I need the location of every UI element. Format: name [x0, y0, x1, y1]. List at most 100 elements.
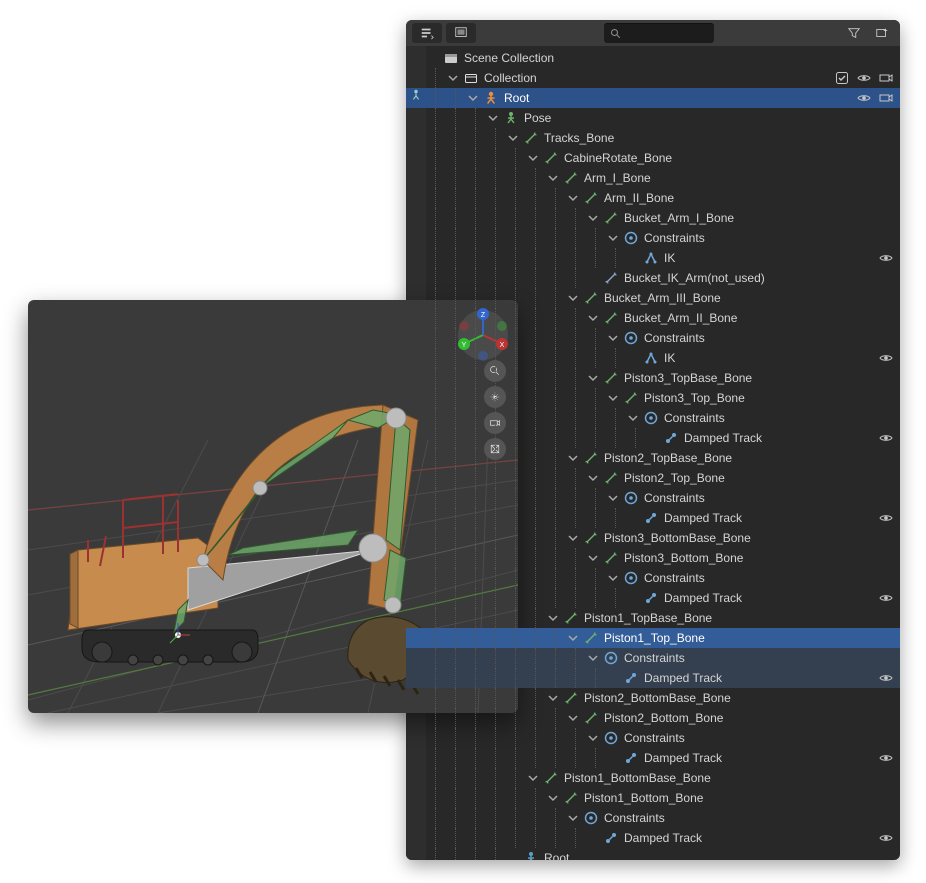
tree-row-p1b-c[interactable]: Constraints	[406, 808, 900, 828]
disclosure-toggle[interactable]	[586, 731, 600, 745]
tree-row-tracks[interactable]: Tracks_Bone	[406, 128, 900, 148]
tree-row-p1b[interactable]: Piston1_Bottom_Bone	[406, 788, 900, 808]
mode-armature-icon[interactable]	[409, 88, 425, 104]
disclosure-toggle[interactable]	[566, 631, 580, 645]
disclosure-toggle[interactable]	[506, 131, 520, 145]
tree-row-cabine[interactable]: CabineRotate_Bone	[406, 148, 900, 168]
editor-type-dropdown[interactable]	[412, 23, 442, 43]
tree-row-bai-c[interactable]: Constraints	[406, 228, 900, 248]
disclosure-toggle[interactable]	[586, 211, 600, 225]
tree-row-p1tb[interactable]: Piston1_TopBase_Bone	[406, 608, 900, 628]
tree-row-ba2-c[interactable]: Constraints	[406, 328, 900, 348]
display-mode-dropdown[interactable]	[446, 23, 476, 43]
bone-icon	[582, 189, 600, 207]
tree-row-p2t-d[interactable]: Damped Track	[406, 508, 900, 528]
disclosure-toggle	[586, 271, 600, 285]
tree-row-coll[interactable]: Collection	[406, 68, 900, 88]
disclosure-toggle[interactable]	[486, 111, 500, 125]
disclosure-toggle[interactable]	[466, 91, 480, 105]
disclosure-toggle[interactable]	[546, 171, 560, 185]
tree-item-label: Damped Track	[684, 431, 762, 445]
tree-row-bik[interactable]: Bucket_IK_Arm(not_used)	[406, 268, 900, 288]
disclosure-toggle[interactable]	[566, 531, 580, 545]
disclosure-toggle[interactable]	[526, 151, 540, 165]
tree-row-p3b-c[interactable]: Constraints	[406, 568, 900, 588]
tree-row-p3t-d[interactable]: Damped Track	[406, 428, 900, 448]
bone-icon	[582, 529, 600, 547]
tree-row-pose[interactable]: Pose	[406, 108, 900, 128]
tree-row-bai[interactable]: Bucket_Arm_I_Bone	[406, 208, 900, 228]
disclosure-toggle[interactable]	[586, 371, 600, 385]
tree-row-ba2-ik[interactable]: IK	[406, 348, 900, 368]
disclosure-toggle[interactable]	[606, 571, 620, 585]
tree-row-bai-ik[interactable]: IK	[406, 248, 900, 268]
disclosure-toggle[interactable]	[586, 651, 600, 665]
eye-toggle[interactable]	[878, 830, 894, 846]
eye-toggle[interactable]	[878, 750, 894, 766]
disclosure-toggle[interactable]	[566, 811, 580, 825]
disclosure-toggle[interactable]	[546, 691, 560, 705]
tree-row-p3tb[interactable]: Piston3_TopBase_Bone	[406, 368, 900, 388]
tree-row-ba2[interactable]: Bucket_Arm_II_Bone	[406, 308, 900, 328]
disclosure-toggle[interactable]	[546, 791, 560, 805]
camera-toggle[interactable]	[878, 90, 894, 106]
tree-row-arm2[interactable]: Arm_II_Bone	[406, 188, 900, 208]
ik-icon	[642, 249, 660, 267]
disclosure-toggle[interactable]	[566, 451, 580, 465]
outliner-search[interactable]	[604, 23, 714, 43]
eye-toggle[interactable]	[878, 350, 894, 366]
tree-row-p3bb[interactable]: Piston3_BottomBase_Bone	[406, 528, 900, 548]
tree-row-p3t-c[interactable]: Constraints	[406, 408, 900, 428]
disclosure-toggle[interactable]	[546, 611, 560, 625]
search-input[interactable]	[622, 28, 702, 40]
filter-dropdown[interactable]	[842, 23, 866, 43]
camera-toggle[interactable]	[878, 70, 894, 86]
eye-toggle[interactable]	[856, 90, 872, 106]
tree-row-p2t[interactable]: Piston2_Top_Bone	[406, 468, 900, 488]
disclosure-toggle[interactable]	[586, 551, 600, 565]
tree-row-p3b-d[interactable]: Damped Track	[406, 588, 900, 608]
disclosure-toggle[interactable]	[446, 71, 460, 85]
check-toggle[interactable]	[834, 70, 850, 86]
tree-row-p2bb[interactable]: Piston2_BottomBase_Bone	[406, 688, 900, 708]
tree-row-p1t-c[interactable]: Constraints	[406, 648, 900, 668]
disclosure-toggle[interactable]	[586, 471, 600, 485]
tree-row-root[interactable]: Root	[406, 88, 900, 108]
tree-row-p2b[interactable]: Piston2_Bottom_Bone	[406, 708, 900, 728]
disclosure-toggle[interactable]	[606, 391, 620, 405]
track-icon	[642, 589, 660, 607]
tree-row-p2t-c[interactable]: Constraints	[406, 488, 900, 508]
disclosure-toggle[interactable]	[586, 311, 600, 325]
disclosure-toggle[interactable]	[566, 191, 580, 205]
disclosure-toggle[interactable]	[526, 771, 540, 785]
eye-toggle[interactable]	[878, 590, 894, 606]
outliner-tree[interactable]: Scene CollectionCollectionRootPoseTracks…	[406, 46, 900, 860]
disclosure-toggle[interactable]	[606, 231, 620, 245]
disclosure-toggle[interactable]	[566, 291, 580, 305]
tree-row-p1bb[interactable]: Piston1_BottomBase_Bone	[406, 768, 900, 788]
tree-row-p3t[interactable]: Piston3_Top_Bone	[406, 388, 900, 408]
eye-toggle[interactable]	[878, 250, 894, 266]
tree-row-p2b-c[interactable]: Constraints	[406, 728, 900, 748]
tree-row-p2b-d[interactable]: Damped Track	[406, 748, 900, 768]
new-collection-button[interactable]	[870, 23, 894, 43]
eye-toggle[interactable]	[878, 430, 894, 446]
tree-row-ba3[interactable]: Bucket_Arm_III_Bone	[406, 288, 900, 308]
tree-row-p2tb[interactable]: Piston2_TopBase_Bone	[406, 448, 900, 468]
tree-row-p3b[interactable]: Piston3_Bottom_Bone	[406, 548, 900, 568]
tree-row-root2[interactable]: Root	[406, 848, 900, 860]
tree-row-p1t-d[interactable]: Damped Track	[406, 668, 900, 688]
tree-row-arm1[interactable]: Arm_I_Bone	[406, 168, 900, 188]
eye-toggle[interactable]	[878, 670, 894, 686]
disclosure-toggle[interactable]	[626, 411, 640, 425]
tree-item-label: Constraints	[644, 491, 705, 505]
tree-row-scene[interactable]: Scene Collection	[406, 48, 900, 68]
eye-toggle[interactable]	[856, 70, 872, 86]
tree-row-p1b-d[interactable]: Damped Track	[406, 828, 900, 848]
disclosure-toggle[interactable]	[606, 331, 620, 345]
disclosure-toggle[interactable]	[566, 711, 580, 725]
eye-toggle[interactable]	[878, 510, 894, 526]
disclosure-toggle[interactable]	[606, 491, 620, 505]
bone-icon	[542, 149, 560, 167]
tree-row-p1t[interactable]: Piston1_Top_Bone	[406, 628, 900, 648]
